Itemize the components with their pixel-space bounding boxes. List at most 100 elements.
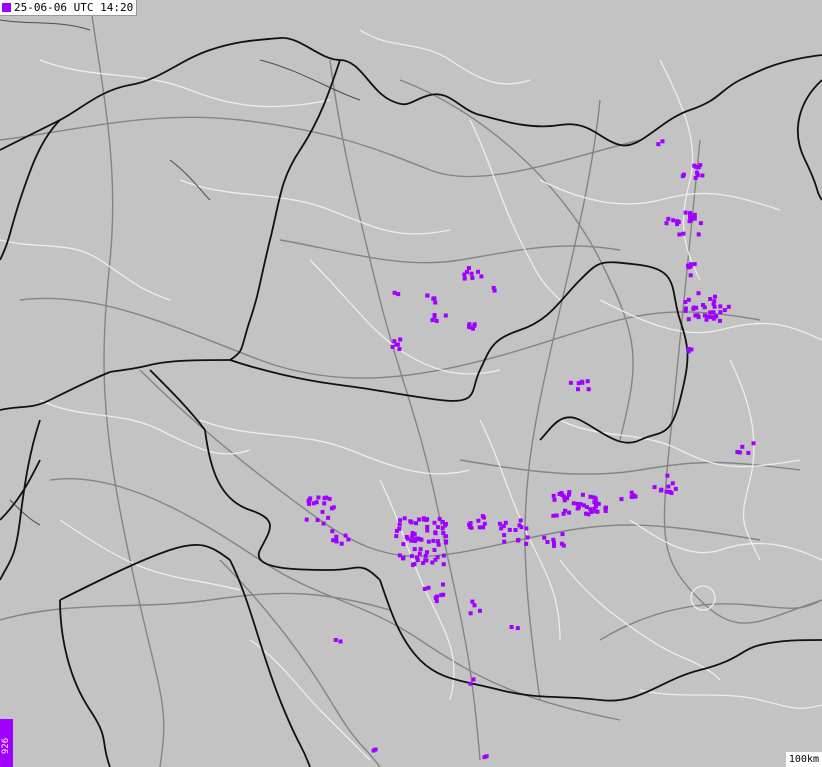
lightning-strike — [316, 495, 321, 500]
lightning-strike — [568, 380, 573, 385]
lightning-strike — [334, 539, 339, 544]
lightning-strike — [346, 537, 351, 542]
lightning-strike — [688, 273, 693, 278]
lightning-strike — [704, 317, 709, 322]
lightning-strike — [551, 493, 556, 498]
lightning-strike — [343, 533, 348, 538]
lightning-strike — [462, 276, 467, 281]
lightning-strike — [660, 139, 665, 144]
lightning-strike — [711, 316, 716, 321]
lightning-strike — [683, 308, 688, 313]
lightning-strike — [426, 539, 431, 544]
lightning-strike — [576, 387, 580, 392]
lightning-strike — [472, 323, 477, 328]
lightning-strike — [401, 555, 406, 560]
lightning-strike — [417, 537, 422, 542]
lightning-strike — [560, 532, 565, 537]
lightning-strike — [476, 269, 480, 274]
lightning-strike — [322, 496, 327, 501]
lightning-strike — [692, 163, 697, 168]
lightning-strike — [503, 520, 508, 525]
lightning-strike — [592, 500, 597, 505]
lightning-strike — [425, 550, 429, 555]
lightning-strike — [411, 562, 415, 567]
lightning-strike — [686, 347, 691, 351]
lightning-strike — [518, 518, 523, 523]
lightning-strike — [525, 535, 530, 540]
lightning-strike — [563, 508, 568, 513]
lightning-strike — [435, 594, 439, 599]
lightning-strike — [708, 297, 713, 301]
lightning-strike — [443, 313, 448, 318]
lightning-strike — [432, 296, 437, 301]
lightning-strike — [683, 300, 688, 304]
lightning-strike — [718, 304, 723, 309]
lightning-strike — [740, 444, 745, 449]
lightning-strike — [469, 271, 474, 276]
lightning-strike — [334, 534, 339, 539]
lightning-strike — [401, 542, 406, 547]
lightning-strike — [718, 310, 723, 315]
lightning-strike — [695, 173, 700, 178]
lightning-strike — [591, 495, 596, 500]
lightning-strike — [670, 481, 675, 486]
lightning-strike — [397, 553, 402, 558]
lightning-strike — [394, 534, 399, 539]
lightning-strike — [470, 275, 475, 280]
lightning-strike — [409, 554, 414, 559]
lightning-strike — [542, 535, 547, 540]
lightning-strike — [509, 625, 514, 629]
lightning-strike — [471, 677, 476, 682]
lightning-strike — [409, 538, 414, 543]
lightning-strike — [395, 342, 400, 347]
lightning-strike — [683, 210, 688, 215]
lightning-strike — [664, 221, 669, 226]
lightning-strike — [552, 497, 557, 502]
lightning-strike — [671, 218, 676, 223]
lightning-strike — [414, 521, 418, 526]
lightning-strike — [433, 300, 438, 305]
lightning-strike — [698, 221, 703, 226]
lightning-strike — [594, 504, 598, 509]
lightning-strike — [321, 521, 326, 526]
lightning-strike — [565, 496, 570, 501]
lightning-strike — [578, 502, 583, 507]
lightning-strike — [701, 303, 705, 307]
lightning-strike — [397, 347, 402, 351]
lightning-strike — [700, 173, 705, 178]
lightning-strike — [580, 492, 585, 497]
lightning-strike — [433, 531, 438, 536]
lightning-strike — [479, 274, 484, 279]
lightning-strike — [477, 525, 482, 530]
lightning-strike — [516, 537, 521, 542]
lightning-strike — [658, 488, 663, 493]
lightning-strike — [559, 491, 564, 495]
lightning-strike — [673, 486, 678, 491]
lightning-strike — [664, 489, 669, 494]
lightning-strike — [430, 560, 435, 565]
lightning-map — [0, 0, 822, 767]
lightning-strike — [629, 495, 634, 499]
lightning-strike — [304, 517, 309, 522]
lightning-strike — [478, 608, 482, 613]
lightning-strike — [604, 505, 608, 510]
lightning-strike — [472, 603, 477, 608]
lightning-strike — [441, 553, 446, 558]
lightning-strike — [311, 501, 316, 506]
lightning-strike — [696, 232, 701, 237]
lightning-strike — [469, 525, 474, 530]
lightning-strike — [692, 262, 697, 267]
lightning-strike — [417, 517, 421, 522]
lightning-strike — [333, 638, 338, 642]
lightning-strike — [425, 524, 430, 529]
lightning-strike — [432, 520, 437, 525]
lightning-strike — [666, 484, 671, 489]
lightning-strike — [580, 380, 585, 385]
lightning-strike — [441, 582, 445, 587]
lightning-strike — [470, 599, 475, 604]
lightning-strike — [722, 308, 727, 313]
lightning-strike — [686, 317, 691, 322]
lightning-strike — [746, 450, 751, 455]
lightning-strike — [422, 586, 427, 591]
lightning-strike — [423, 553, 428, 558]
